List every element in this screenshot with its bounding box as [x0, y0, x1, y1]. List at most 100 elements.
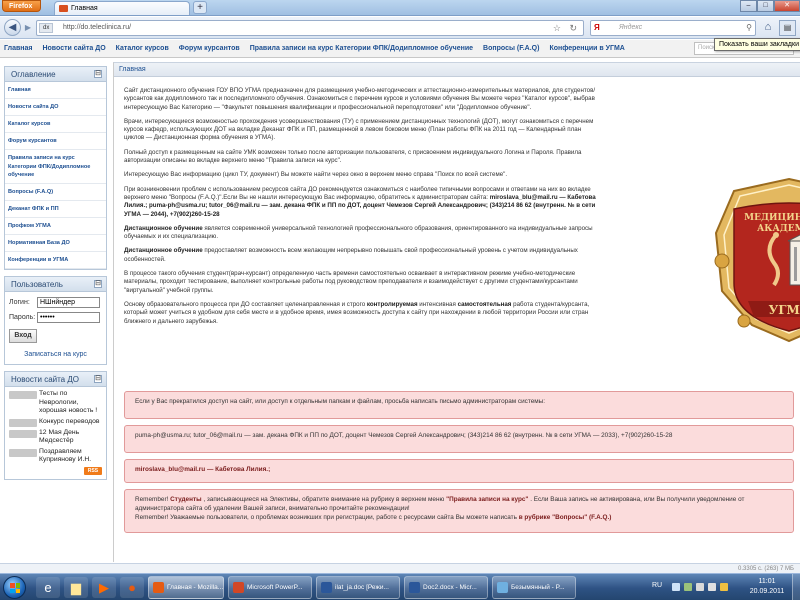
- site-menu-item[interactable]: Новости сайта ДО: [42, 40, 105, 58]
- close-icon[interactable]: ✕: [774, 0, 800, 12]
- reload-icon[interactable]: ↻: [569, 21, 577, 35]
- clock[interactable]: 11:01 20.09.2011: [742, 577, 792, 597]
- firefox-menu-button[interactable]: Firefox: [2, 0, 42, 12]
- news-items: Тесты по Неврологии, хорошая новость ! Ко…: [9, 390, 102, 464]
- news-item[interactable]: 12 Мая День Медсестёр: [9, 429, 102, 446]
- clock-time: 11:01: [758, 578, 776, 585]
- sidebar-nav-item[interactable]: Деканат ФПК и ПП: [5, 201, 106, 218]
- notice-email-link[interactable]: miroslava_blu@mail.ru — Кабетова Лилия.;: [135, 466, 270, 473]
- password-row: Пароль: ••••••: [9, 311, 102, 324]
- sidebar-nav-item[interactable]: Профком УГМА: [5, 218, 106, 236]
- new-tab-button[interactable]: +: [193, 1, 207, 14]
- news-item[interactable]: Поздравляем Куприянову И.Н.: [9, 448, 102, 465]
- navigation-list: Главная Новости сайта ДО Каталог курсов Фор…: [5, 82, 106, 270]
- login-block-header: Пользователь ⊟: [5, 277, 106, 293]
- notice-email: miroslava_blu@mail.ru — Кабетова Лилия.;: [124, 459, 794, 483]
- main-content: Главная Сайт дистанционного обучения ГОУ…: [113, 62, 800, 562]
- rules-link[interactable]: "Правила записи на курс": [446, 496, 528, 503]
- faq-link[interactable]: в рубрике "Вопросы" (F.A.Q.): [519, 514, 612, 521]
- navigation-block: Оглавление ⊟ Главная Новости сайта ДО Ката…: [4, 66, 107, 271]
- emblem-line2: АКАДЕМИЯ: [757, 224, 800, 234]
- password-input[interactable]: ••••••: [37, 312, 100, 324]
- sidebar-nav-item[interactable]: Новости сайта ДО: [5, 99, 106, 117]
- search-bar[interactable]: Я Яндекс ⚲: [590, 20, 756, 36]
- login-input[interactable]: НШнйндер: [37, 297, 100, 309]
- collapse-icon[interactable]: ⊟: [94, 70, 102, 78]
- sidebar-nav-item[interactable]: Правила записи на курс Категории ФПК/Дод…: [5, 150, 106, 184]
- breadcrumb[interactable]: Главная: [114, 63, 800, 77]
- site-menu-items: Главная Новости сайта ДО Каталог курсов Фор…: [4, 40, 625, 58]
- rss-icon[interactable]: RSS: [84, 466, 102, 475]
- task-word-1[interactable]: ilat_ja.doc [Режи...: [316, 576, 400, 599]
- tray-app-icon[interactable]: [672, 583, 680, 591]
- sidebar-nav-item[interactable]: Главная: [5, 82, 106, 100]
- minimize-icon[interactable]: –: [740, 0, 757, 12]
- paint-icon: [497, 582, 508, 593]
- news-title[interactable]: Поздравляем Куприянову И.Н.: [39, 448, 102, 465]
- forward-arrow-icon[interactable]: ▶: [22, 22, 34, 34]
- sidebar-nav-item[interactable]: Конференции в УГМА: [5, 252, 106, 270]
- volume-icon[interactable]: [708, 583, 716, 591]
- academy-emblem: МЕДИЦИНСКАЯ АКАДЕМИЯ УГМА: [714, 177, 800, 343]
- contact-details: puma-ph@usma.ru; tutor_06@mail.ru — зам.…: [124, 202, 596, 218]
- site-menu-item[interactable]: Правила записи на курс Категории ФПК/Дод…: [250, 40, 473, 58]
- browser-window: Firefox Главная + – □ ✕ ◀ ▶ dx http://do…: [0, 0, 800, 600]
- collapse-icon[interactable]: ⊟: [94, 280, 102, 289]
- collapse-icon[interactable]: ⊟: [94, 375, 102, 384]
- task-paint[interactable]: Безымянный - P...: [492, 576, 576, 599]
- remember-text: , записывающиеся на Элективы, обратите в…: [203, 496, 445, 503]
- login-button[interactable]: Вход: [9, 329, 37, 344]
- sidebar-nav-item[interactable]: Вопросы (F.A.Q): [5, 184, 106, 201]
- network-icon[interactable]: [696, 583, 704, 591]
- task-powerpoint[interactable]: Microsoft PowerP...: [228, 576, 312, 599]
- notice-access-text: Если у Вас прекратился доступ на сайт, и…: [135, 398, 546, 405]
- folder-icon[interactable]: ▆: [64, 577, 88, 598]
- news-date-badge: [9, 448, 37, 457]
- news-item[interactable]: Конкурс переводов: [9, 418, 102, 427]
- access-paragraph: Полный доступ к размещенным на сайте УМК…: [124, 148, 582, 165]
- firefox-icon[interactable]: ●: [120, 577, 144, 598]
- signup-link[interactable]: Записаться на курс: [9, 351, 102, 358]
- back-arrow-icon[interactable]: ◀: [4, 19, 21, 36]
- task-word-2[interactable]: Doc2.docx - Micr...: [404, 576, 488, 599]
- search-placeholder[interactable]: Яндекс: [619, 21, 642, 35]
- status-bar: 0.3305 с. (263) 7 МБ: [0, 563, 800, 573]
- news-title[interactable]: Тесты по Неврологии, хорошая новость !: [39, 390, 102, 415]
- task-label: Doc2.docx - Micr...: [423, 584, 477, 591]
- news-title[interactable]: 12 Мая День Медсестёр: [39, 429, 102, 446]
- site-menu-item[interactable]: Каталог курсов: [116, 40, 169, 58]
- media-player-icon[interactable]: ▶: [92, 577, 116, 598]
- start-button[interactable]: [3, 576, 26, 599]
- search-paragraph: Интересующую Вас информацию (цикл ТУ, до…: [124, 171, 508, 179]
- maximize-icon[interactable]: □: [757, 0, 774, 12]
- yandex-engine-icon[interactable]: Я: [594, 23, 610, 33]
- bookmark-star-icon[interactable]: ☆: [553, 21, 561, 35]
- news-item[interactable]: Тесты по Неврологии, хорошая новость !: [9, 390, 102, 415]
- process-paragraph: В процессе такого обучения студент(врач-…: [124, 270, 578, 294]
- home-icon[interactable]: ⌂: [760, 20, 776, 36]
- url-text[interactable]: http://do.teleclinica.ru/: [63, 21, 131, 35]
- word-icon: [321, 582, 332, 593]
- search-icon[interactable]: ⚲: [746, 21, 752, 35]
- tray-app-icon[interactable]: [684, 583, 692, 591]
- show-desktop-button[interactable]: [792, 574, 800, 600]
- ie-icon[interactable]: e: [36, 577, 60, 598]
- news-block: Новости сайта ДО ⊟ Тесты по Неврологии, …: [4, 371, 107, 480]
- task-firefox[interactable]: Главная - Mozilla...: [148, 576, 224, 599]
- sidebar-nav-item[interactable]: Нормативная База ДО: [5, 235, 106, 253]
- tab-main[interactable]: Главная: [54, 1, 190, 15]
- site-identity-badge[interactable]: dx: [39, 23, 54, 33]
- sidebar-nav-item[interactable]: Форум курсантов: [5, 133, 106, 151]
- login-label: Логин:: [9, 299, 30, 307]
- language-indicator[interactable]: RU: [652, 582, 662, 589]
- url-bar[interactable]: dx http://do.teleclinica.ru/ ☆ ↻: [36, 20, 584, 36]
- tray-app-icon[interactable]: [720, 583, 728, 591]
- site-menu-item[interactable]: Главная: [4, 40, 32, 58]
- emblem-abbreviation: УГМА: [768, 303, 800, 317]
- sidebar-nav-item[interactable]: Каталог курсов: [5, 116, 106, 134]
- bookmarks-button[interactable]: ▤: [779, 20, 796, 36]
- site-menu-item[interactable]: Вопросы (F.A.Q): [483, 40, 539, 58]
- news-title[interactable]: Конкурс переводов: [39, 418, 99, 427]
- site-menu-item[interactable]: Форум курсантов: [179, 40, 240, 58]
- site-menu-item[interactable]: Конференции в УГМА: [549, 40, 624, 58]
